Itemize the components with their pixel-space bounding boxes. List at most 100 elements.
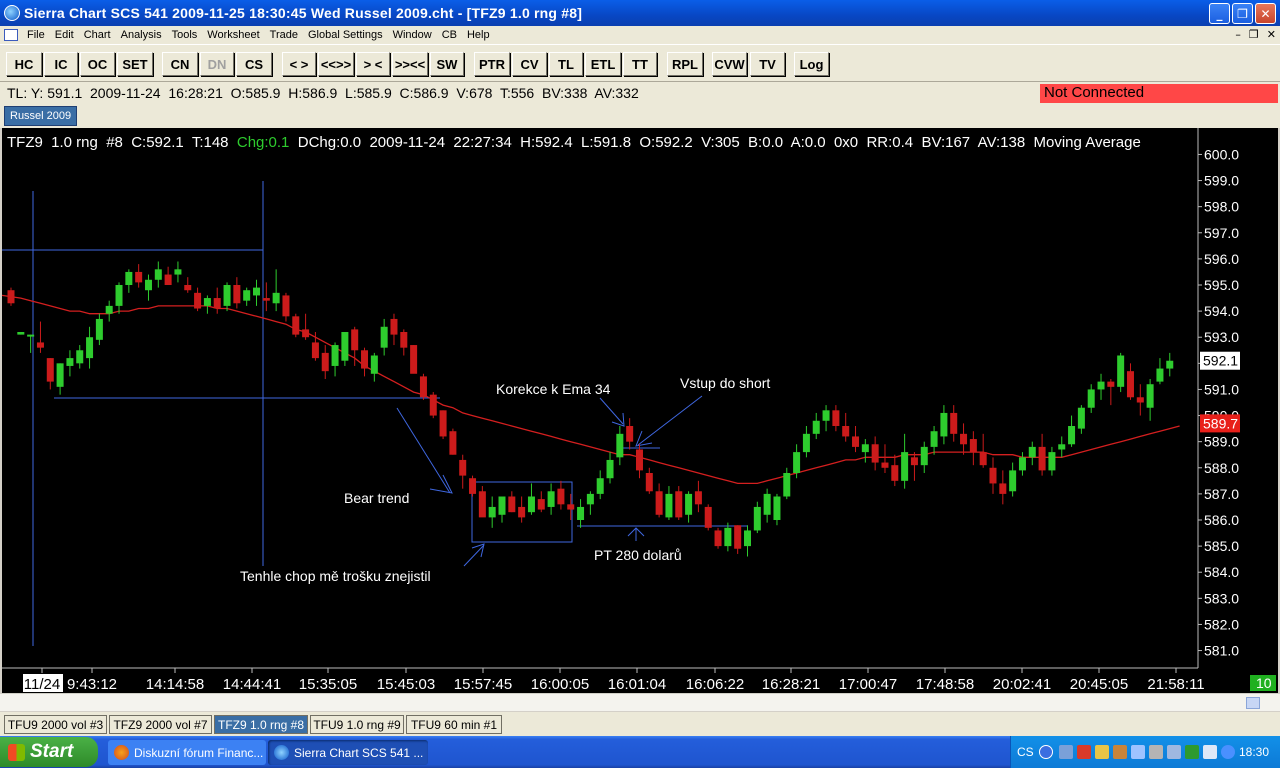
- annotation-arrow[interactable]: [611, 412, 625, 427]
- candle-body: [95, 318, 103, 340]
- zoom-in-out-button[interactable]: <<>>: [318, 52, 354, 76]
- volume-icon[interactable]: [1221, 745, 1235, 759]
- cvw-button[interactable]: CVW: [712, 52, 747, 76]
- candle-body: [400, 332, 408, 348]
- network-icon[interactable]: [1131, 745, 1145, 759]
- candle: [341, 332, 349, 366]
- candle-body: [203, 298, 211, 306]
- etl-button[interactable]: ETL: [585, 52, 621, 76]
- candle-body: [1166, 360, 1174, 369]
- tv-button[interactable]: TV: [750, 52, 785, 76]
- candle: [783, 467, 791, 500]
- candle-body: [115, 285, 123, 306]
- tab-tfu9-60min[interactable]: TFU9 60 min #1: [406, 715, 502, 734]
- squeeze-more-button[interactable]: >><<: [392, 52, 428, 76]
- price-label: 597.0: [1204, 225, 1239, 241]
- time-label: 16:06:22: [686, 676, 744, 693]
- tab-tfu9-1rng-9[interactable]: TFU9 1.0 rng #9: [310, 715, 404, 734]
- price-chart[interactable]: 600.0 599.0 598.0 597.0 596.0 595.0 594.0 593.0…: [2, 128, 1278, 693]
- menu-chart[interactable]: Chart: [79, 29, 116, 41]
- tab-tfz9-1rng-8[interactable]: TFZ9 1.0 rng #8: [214, 715, 308, 734]
- close-button[interactable]: ✕: [1255, 3, 1276, 24]
- candle-body: [243, 290, 251, 301]
- price-label: 585.0: [1204, 538, 1239, 554]
- oc-button[interactable]: OC: [80, 52, 115, 76]
- set-button[interactable]: SET: [117, 52, 153, 76]
- cs-button[interactable]: CS: [236, 52, 272, 76]
- annotation-arrow[interactable]: [637, 395, 703, 446]
- start-button[interactable]: Start: [0, 737, 98, 767]
- windows-logo-icon: [8, 744, 25, 761]
- candle: [557, 480, 565, 510]
- ic-button[interactable]: IC: [44, 52, 78, 76]
- candle: [704, 504, 712, 531]
- minimize-button[interactable]: _: [1209, 3, 1230, 24]
- tl-button[interactable]: TL: [549, 52, 583, 76]
- candle: [724, 522, 732, 552]
- tab-tfu9-2000-vol[interactable]: TFU9 2000 vol #3: [4, 715, 107, 734]
- dn-button[interactable]: DN: [200, 52, 234, 76]
- candle: [665, 486, 673, 520]
- tray-arrow-icon[interactable]: [1039, 745, 1053, 759]
- annotation-arrow[interactable]: [635, 430, 653, 447]
- candle-body: [1097, 381, 1105, 390]
- download-icon[interactable]: [1167, 745, 1181, 759]
- rpl-button[interactable]: RPL: [667, 52, 703, 76]
- menu-worksheet[interactable]: Worksheet: [202, 29, 264, 41]
- chart-window-icon[interactable]: [4, 29, 18, 41]
- tt-button[interactable]: TT: [623, 52, 657, 76]
- chat-icon[interactable]: [1203, 745, 1217, 759]
- candle: [1048, 446, 1056, 476]
- mdi-minimize-button[interactable]: –: [1235, 28, 1241, 41]
- sw-button[interactable]: SW: [430, 52, 464, 76]
- menu-window[interactable]: Window: [388, 29, 437, 41]
- candle-body: [282, 295, 290, 317]
- menu-analysis[interactable]: Analysis: [116, 29, 167, 41]
- candle: [105, 300, 113, 322]
- candle-body: [1136, 397, 1144, 403]
- menu-tools[interactable]: Tools: [167, 29, 203, 41]
- cv-button[interactable]: CV: [512, 52, 547, 76]
- mdi-close-button[interactable]: ✕: [1267, 28, 1276, 41]
- squeeze-button[interactable]: > <: [356, 52, 390, 76]
- tab-tfz9-2000-vol[interactable]: TFZ9 2000 vol #7: [109, 715, 212, 734]
- chartbook-tab[interactable]: Russel 2009: [4, 106, 78, 126]
- candle-body: [783, 473, 791, 497]
- shield-icon[interactable]: [1095, 745, 1109, 759]
- menu-trade[interactable]: Trade: [265, 29, 303, 41]
- badge-icon[interactable]: [1185, 745, 1199, 759]
- messenger-icon[interactable]: [1113, 745, 1127, 759]
- ptr-button[interactable]: PTR: [474, 52, 510, 76]
- menu-cb[interactable]: CB: [437, 29, 462, 41]
- menu-help[interactable]: Help: [462, 29, 495, 41]
- log-button[interactable]: Log: [794, 52, 829, 76]
- monitor-icon[interactable]: [1059, 745, 1073, 759]
- scroll-thumb[interactable]: [1246, 697, 1260, 709]
- maximize-button[interactable]: ❐: [1232, 3, 1253, 24]
- candle: [390, 313, 398, 346]
- chart-canvas[interactable]: 600.0 599.0 598.0 597.0 596.0 595.0 594.0 593.0…: [2, 128, 1278, 693]
- candle-body: [557, 488, 565, 505]
- security-icon[interactable]: [1077, 745, 1091, 759]
- hc-button[interactable]: HC: [6, 52, 42, 76]
- candle-body: [1087, 389, 1095, 408]
- mdi-restore-button[interactable]: ❐: [1249, 28, 1259, 41]
- zoom-button[interactable]: < >: [282, 52, 316, 76]
- candle-body: [1126, 371, 1134, 398]
- candle: [1018, 452, 1026, 476]
- annotation-arrow[interactable]: [599, 397, 624, 425]
- cn-button[interactable]: CN: [162, 52, 198, 76]
- task-sierra-chart[interactable]: Sierra Chart SCS 541 ...: [268, 740, 428, 765]
- candle-body: [341, 332, 349, 361]
- chart-scrollbar[interactable]: [0, 693, 1280, 711]
- usb-icon[interactable]: [1149, 745, 1163, 759]
- menu-global-settings[interactable]: Global Settings: [303, 29, 388, 41]
- candle: [1107, 379, 1115, 406]
- language-indicator[interactable]: CS: [1017, 745, 1034, 759]
- time-label: 11/24: [24, 676, 60, 693]
- candle-body: [459, 459, 467, 476]
- menu-edit[interactable]: Edit: [50, 29, 79, 41]
- menu-file[interactable]: File: [22, 29, 50, 41]
- task-firefox[interactable]: Diskuzní fórum Financ...: [108, 740, 266, 765]
- bar-count-label: 10: [1256, 675, 1272, 691]
